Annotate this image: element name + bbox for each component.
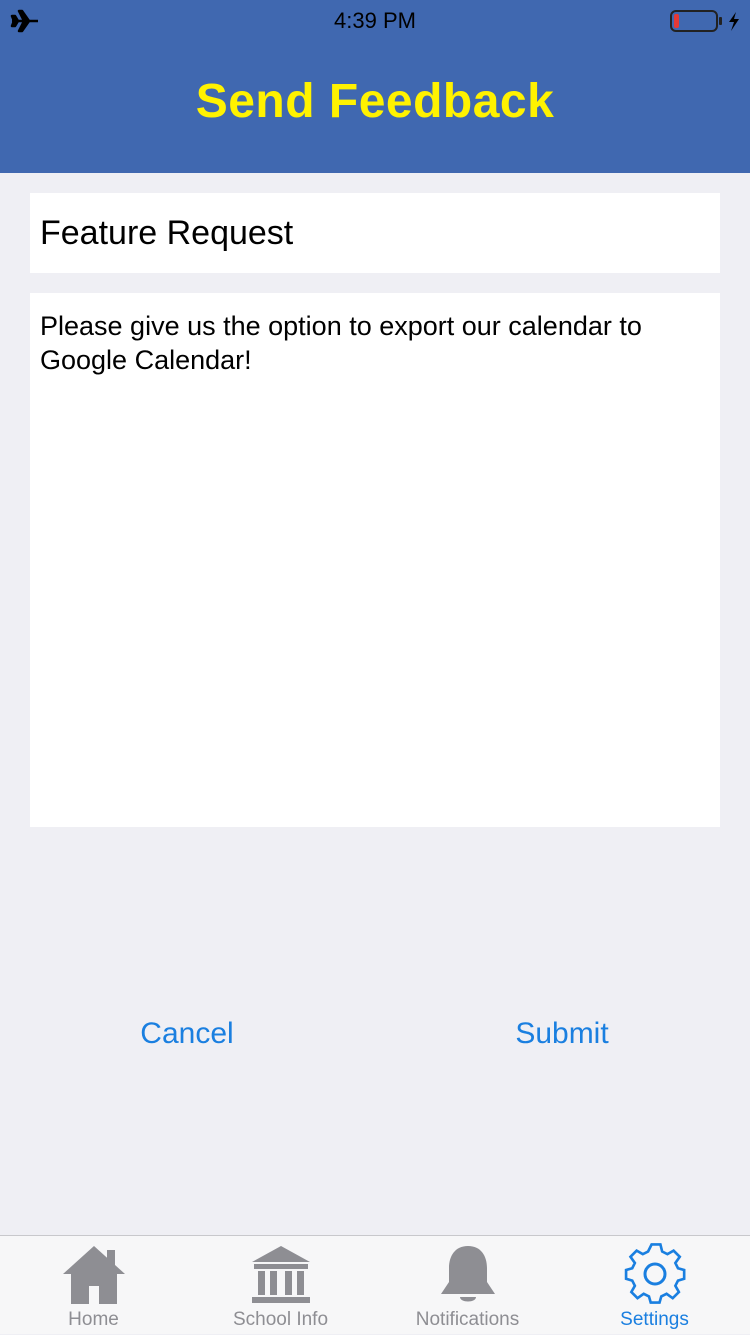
gear-icon [624, 1243, 686, 1304]
header: 4:39 PM Send Feedback [0, 0, 750, 173]
school-building-icon [252, 1246, 310, 1303]
submit-button[interactable]: Submit [487, 1010, 637, 1058]
subject-field[interactable]: Feature Request [30, 193, 720, 273]
tab-school-info-label: School Info [232, 1309, 329, 1330]
status-bar: 4:39 PM [0, 0, 750, 40]
tab-school-info[interactable]: School Info [187, 1236, 374, 1335]
tab-bar: Home School Info Notifications Settings [0, 1235, 750, 1334]
page-title: Send Feedback [195, 75, 555, 128]
tab-home-label: Home [68, 1309, 119, 1330]
message-textarea[interactable]: Please give us the option to export our … [30, 293, 720, 827]
home-icon [63, 1246, 125, 1304]
tab-home[interactable]: Home [0, 1236, 187, 1335]
bell-icon [441, 1246, 495, 1302]
tab-notifications-label: Notifications [415, 1309, 520, 1330]
tab-notifications[interactable]: Notifications [374, 1236, 561, 1335]
charging-bolt-icon [729, 12, 739, 31]
tab-settings-label: Settings [620, 1309, 689, 1330]
cancel-button[interactable]: Cancel [112, 1010, 262, 1058]
status-time: 4:39 PM [334, 8, 416, 33]
tab-settings[interactable]: Settings [561, 1236, 748, 1335]
battery-low-icon [670, 10, 739, 32]
